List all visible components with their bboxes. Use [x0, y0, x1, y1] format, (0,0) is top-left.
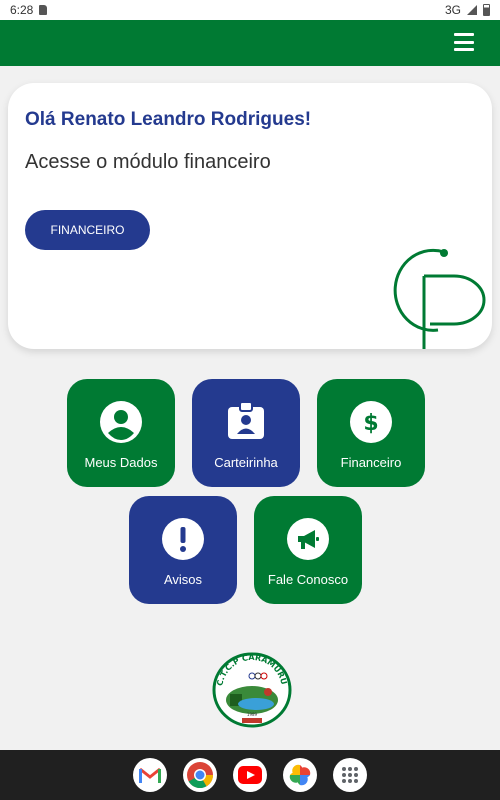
- card-subtitle: Acesse o módulo financeiro: [25, 151, 271, 173]
- tile-meus-dados[interactable]: Meus Dados: [67, 379, 175, 487]
- tile-fale-conosco[interactable]: Fale Conosco: [254, 496, 362, 604]
- cp-logo-icon: [393, 248, 486, 349]
- battery-icon: [483, 4, 490, 16]
- menu-icon[interactable]: [454, 33, 474, 51]
- dock: [0, 750, 500, 800]
- greeting-title: Olá Renato Leandro Rodrigues!: [25, 109, 312, 130]
- welcome-card: Olá Renato Leandro Rodrigues! Acesse o m…: [8, 83, 492, 349]
- tile-avisos[interactable]: Avisos: [129, 496, 237, 604]
- gmail-icon[interactable]: [133, 758, 167, 792]
- financeiro-button[interactable]: FINANCEIRO: [25, 210, 150, 250]
- id-badge-icon: [228, 401, 264, 439]
- tile-label: Financeiro: [340, 455, 402, 470]
- dollar-icon: $: [350, 401, 392, 443]
- megaphone-icon: [287, 518, 329, 560]
- sd-card-icon: [39, 5, 48, 15]
- app-bar: [0, 20, 500, 66]
- network-type: 3G: [444, 3, 461, 17]
- person-icon: [100, 401, 142, 443]
- tile-financeiro[interactable]: $ Financeiro: [317, 379, 425, 487]
- status-bar: 6:28 3G: [0, 0, 500, 20]
- chrome-icon[interactable]: [183, 758, 217, 792]
- tile-label: Meus Dados: [84, 455, 158, 470]
- photos-icon[interactable]: [283, 758, 317, 792]
- tile-label: Fale Conosco: [267, 572, 349, 587]
- signal-icon: [467, 5, 477, 15]
- exclamation-icon: [162, 518, 204, 560]
- youtube-icon[interactable]: [233, 758, 267, 792]
- tile-label: Carteirinha: [214, 455, 278, 470]
- tile-label: Avisos: [163, 572, 203, 587]
- club-logo-icon: C.T.C.P CARAMURU 1989: [212, 652, 292, 728]
- clock: 6:28: [10, 3, 34, 17]
- tile-carteirinha[interactable]: Carteirinha: [192, 379, 300, 487]
- svg-text:1989: 1989: [247, 712, 258, 717]
- svg-text:$: $: [363, 411, 378, 436]
- app-drawer-icon[interactable]: [333, 758, 367, 792]
